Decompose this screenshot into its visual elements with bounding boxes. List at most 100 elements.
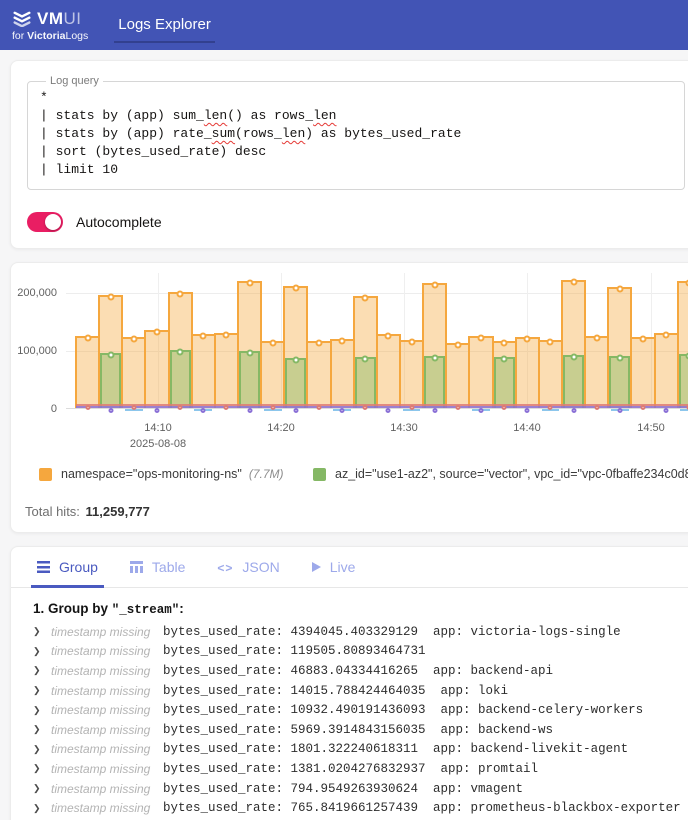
chart-bar[interactable] — [491, 273, 517, 410]
log-row[interactable]: ❯ timestamp missing bytes_used_rate: 1381.… — [11, 759, 688, 779]
brand-text: VMUI — [37, 8, 82, 28]
row-message: bytes_used_rate: 119505.80893464731 — [163, 644, 426, 659]
chart-bar[interactable] — [121, 273, 147, 411]
tab-live[interactable]: Live — [296, 547, 372, 587]
bar-namespace-ops-monitoring — [653, 331, 679, 408]
expand-chevron-icon[interactable]: ❯ — [33, 803, 43, 814]
bar-namespace-ops-monitoring — [190, 332, 216, 408]
bar-marker — [292, 356, 300, 364]
log-row[interactable]: ❯ timestamp missing bytes_used_rate: 1801.… — [11, 740, 688, 760]
minor-series-marker — [617, 408, 623, 413]
log-row[interactable]: ❯ timestamp missing bytes_used_rate: 5969.… — [11, 720, 688, 740]
log-row[interactable]: ❯ timestamp missing bytes_used_rate: 46883… — [11, 661, 688, 681]
chart-bar[interactable] — [213, 273, 239, 410]
chart-bar[interactable] — [283, 273, 309, 413]
chart-bar[interactable] — [144, 273, 170, 413]
row-message: bytes_used_rate: 10932.490191436093 app:… — [163, 703, 644, 718]
bar-chart[interactable]: 2025-08-08 200,000 100,000 0 14:10 14:20 14:3… — [11, 273, 688, 459]
minor-series-marker — [385, 408, 391, 413]
bar-marker — [222, 331, 230, 339]
log-rows-list: ❯ timestamp missing bytes_used_rate: 43940… — [11, 622, 688, 818]
query-input[interactable]: * | stats by (app) sum_len() as rows_len |… — [40, 89, 672, 179]
chart-bar[interactable] — [398, 273, 425, 411]
bar-marker — [107, 351, 115, 359]
chart-bar[interactable] — [352, 273, 378, 410]
expand-chevron-icon[interactable]: ❯ — [33, 783, 43, 794]
legend-item[interactable]: namespace="ops-monitoring-ns" (7.7M) — [39, 467, 284, 481]
bar-marker — [616, 354, 624, 362]
bar-marker — [523, 335, 531, 343]
log-row[interactable]: ❯ timestamp missing bytes_used_rate: 765.8… — [11, 798, 688, 818]
bar-marker — [246, 349, 254, 357]
autocomplete-label: Autocomplete — [76, 214, 162, 230]
log-row[interactable]: ❯ timestamp missing bytes_used_rate: 10932… — [11, 700, 688, 720]
chart-plot-area[interactable] — [66, 273, 688, 413]
chart-bar[interactable] — [607, 273, 633, 413]
chart-bar[interactable] — [514, 273, 540, 413]
minor-series-marker — [432, 408, 438, 413]
chart-bar[interactable] — [653, 273, 679, 413]
expand-chevron-icon[interactable]: ❯ — [33, 626, 43, 637]
legend-swatch — [39, 467, 52, 481]
row-timestamp: timestamp missing — [51, 703, 151, 718]
chart-bar[interactable] — [190, 273, 216, 413]
expand-chevron-icon[interactable]: ❯ — [33, 763, 43, 774]
query-token: (rows_ — [235, 126, 282, 141]
tab-table[interactable]: Table — [114, 547, 201, 587]
chart-bar[interactable] — [537, 273, 563, 411]
app-logo[interactable]: VMUI for VictoriaLogs — [12, 9, 88, 42]
minor-series-marker — [131, 405, 137, 410]
expand-chevron-icon[interactable]: ❯ — [33, 685, 43, 696]
log-row[interactable]: ❯ timestamp missing bytes_used_rate: 11950… — [11, 642, 688, 662]
tab-label: Live — [329, 559, 356, 575]
nav-tab-logs-explorer[interactable]: Logs Explorer — [114, 2, 215, 49]
expand-chevron-icon[interactable]: ❯ — [33, 744, 43, 755]
chart-bar[interactable] — [630, 273, 656, 410]
expand-chevron-icon[interactable]: ❯ — [33, 646, 43, 657]
expand-chevron-icon[interactable]: ❯ — [33, 724, 43, 735]
query-line: | stats by (app) rate_sum(rows_len) as b… — [40, 125, 672, 143]
bar-az-use1-az2 — [562, 353, 585, 408]
log-row[interactable]: ❯ timestamp missing bytes_used_rate: 43940… — [11, 622, 688, 642]
minor-series-marker — [316, 405, 322, 410]
query-token: len — [313, 108, 337, 123]
tab-group[interactable]: Group — [21, 547, 114, 588]
query-line: | sort (bytes_used_rate) desc — [40, 143, 672, 161]
log-query-label: Log query — [50, 75, 99, 87]
tab-json[interactable]: JSON — [201, 547, 295, 587]
bar-marker — [338, 337, 346, 345]
minor-series-marker — [640, 405, 646, 410]
chart-bar[interactable] — [560, 273, 587, 413]
legend-label: az_id="use1-az2", source="vector", vpc_i… — [335, 467, 688, 481]
chart-bar[interactable] — [375, 273, 401, 413]
legend-item[interactable]: az_id="use1-az2", source="vector", vpc_i… — [313, 467, 688, 481]
chart-bar[interactable] — [676, 273, 688, 411]
minor-series-marker — [547, 405, 553, 410]
bar-namespace-ops-monitoring — [213, 331, 239, 408]
chart-bar[interactable] — [468, 273, 494, 413]
chart-bar[interactable] — [236, 273, 263, 413]
chart-bar[interactable] — [329, 273, 355, 413]
chart-bar[interactable] — [75, 273, 101, 410]
tab-label: Group — [59, 559, 98, 575]
bar-marker — [315, 339, 323, 347]
minor-series-marker — [108, 408, 114, 413]
bar-marker — [500, 355, 508, 363]
log-row[interactable]: ❯ timestamp missing bytes_used_rate: 794.9… — [11, 779, 688, 799]
expand-chevron-icon[interactable]: ❯ — [33, 665, 43, 676]
minor-series-marker — [177, 405, 183, 410]
expand-chevron-icon[interactable]: ❯ — [33, 705, 43, 716]
chart-bar[interactable] — [260, 273, 286, 411]
autocomplete-toggle[interactable] — [27, 212, 63, 232]
bar-marker — [593, 334, 601, 342]
x-axis-date: 2025-08-08 — [129, 438, 187, 450]
chart-bar[interactable] — [98, 273, 124, 413]
chart-bar[interactable] — [445, 273, 471, 410]
row-message: bytes_used_rate: 5969.3914843156035 app:… — [163, 722, 554, 737]
chart-bar[interactable] — [306, 273, 332, 410]
chart-bar[interactable] — [167, 273, 193, 410]
app-header: VMUI for VictoriaLogs Logs Explorer — [0, 0, 688, 50]
chart-bar[interactable] — [584, 273, 610, 410]
chart-bar[interactable] — [422, 273, 448, 413]
log-row[interactable]: ❯ timestamp missing bytes_used_rate: 14015… — [11, 681, 688, 701]
